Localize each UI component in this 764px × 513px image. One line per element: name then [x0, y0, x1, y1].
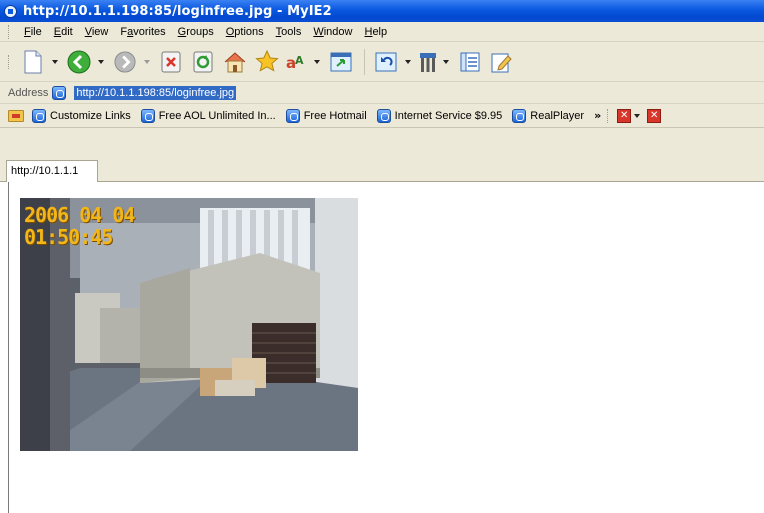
- ie-page-icon: [140, 108, 155, 123]
- camera-timestamp: 2006 04 04 01:50:45: [24, 203, 135, 249]
- menu-bar: File Edit View Favorites Groups Options …: [0, 22, 764, 42]
- app-icon[interactable]: [4, 4, 17, 18]
- menu-tools[interactable]: Tools: [270, 26, 308, 38]
- ie-page-icon: [285, 108, 300, 123]
- forward-icon[interactable]: [110, 47, 140, 77]
- list-icon[interactable]: [455, 47, 485, 77]
- menu-groups[interactable]: Groups: [172, 26, 220, 38]
- timestamp-time: 01:50:45: [24, 225, 113, 249]
- menu-help[interactable]: Help: [358, 26, 393, 38]
- tab-strip: http://10.1.1.1: [0, 128, 764, 182]
- address-input[interactable]: http://10.1.1.198:85/loginfree.jpg: [74, 85, 237, 100]
- main-toolbar: aA: [0, 42, 764, 82]
- links-grip[interactable]: [607, 108, 611, 123]
- undo-close-icon[interactable]: [371, 47, 401, 77]
- link-label: RealPlayer: [530, 109, 585, 122]
- window-title: http://10.1.1.198:85/loginfree.jpg - MyI…: [23, 3, 332, 19]
- link-internet-service[interactable]: Internet Service $9.95: [376, 108, 503, 123]
- timestamp-date: 2006 04 04: [24, 203, 135, 227]
- links-folder-icon[interactable]: [8, 109, 24, 122]
- link-label: Free Hotmail: [303, 109, 367, 122]
- address-label: Address: [8, 86, 49, 99]
- refresh-icon[interactable]: [188, 47, 218, 77]
- font-size-dropdown[interactable]: [312, 47, 322, 77]
- menu-view[interactable]: View: [79, 26, 115, 38]
- new-page-icon[interactable]: [18, 47, 48, 77]
- close-all-icon[interactable]: ✕: [617, 108, 632, 123]
- link-free-hotmail[interactable]: Free Hotmail: [285, 108, 367, 123]
- svg-text:A: A: [295, 54, 304, 67]
- font-size-icon[interactable]: aA: [284, 47, 310, 77]
- forward-dropdown[interactable]: [142, 47, 152, 77]
- links-bar: Customize Links Free AOL Unlimited In...…: [0, 104, 764, 128]
- undo-close-dropdown[interactable]: [403, 47, 413, 77]
- link-customize[interactable]: Customize Links: [32, 108, 131, 123]
- links-more-chevron-icon[interactable]: »: [594, 109, 601, 122]
- stop-icon[interactable]: [156, 47, 186, 77]
- ie-page-icon: [376, 108, 391, 123]
- favorites-star-icon[interactable]: [252, 47, 282, 77]
- link-free-aol[interactable]: Free AOL Unlimited In...: [140, 108, 276, 123]
- ie-page-icon: [512, 108, 527, 123]
- menu-grip[interactable]: [8, 24, 12, 39]
- page-icon: [52, 85, 67, 100]
- back-dropdown[interactable]: [96, 47, 106, 77]
- menu-window[interactable]: Window: [307, 26, 358, 38]
- menu-favorites[interactable]: Favorites: [114, 26, 171, 38]
- menu-file[interactable]: File: [18, 26, 48, 38]
- address-bar: Address http://10.1.1.198:85/loginfree.j…: [0, 82, 764, 104]
- close-icon[interactable]: ✕: [647, 108, 662, 123]
- ie-page-icon: [32, 108, 46, 123]
- toolbar-grip[interactable]: [8, 54, 12, 69]
- tab-active[interactable]: http://10.1.1.1: [6, 160, 98, 182]
- title-bar[interactable]: http://10.1.1.198:85/loginfree.jpg - MyI…: [0, 0, 764, 22]
- link-realplayer[interactable]: RealPlayer: [512, 108, 585, 123]
- link-label: Internet Service $9.95: [394, 109, 503, 122]
- home-icon[interactable]: [220, 47, 250, 77]
- menu-edit[interactable]: Edit: [48, 26, 79, 38]
- link-label: Customize Links: [50, 109, 131, 122]
- camera-image: 2006 04 04 01:50:45: [20, 198, 358, 451]
- link-label: Free AOL Unlimited In...: [158, 109, 276, 122]
- fullscreen-icon[interactable]: [326, 47, 356, 77]
- menu-options[interactable]: Options: [220, 26, 270, 38]
- tools-dropdown[interactable]: [441, 47, 451, 77]
- new-page-dropdown[interactable]: [50, 47, 60, 77]
- page-content: 2006 04 04 01:50:45: [8, 182, 764, 513]
- edit-icon[interactable]: [487, 47, 517, 77]
- toolbar-separator: [364, 48, 365, 75]
- close-dropdown[interactable]: [631, 109, 643, 123]
- back-icon[interactable]: [64, 47, 94, 77]
- tools-icon[interactable]: [417, 47, 439, 77]
